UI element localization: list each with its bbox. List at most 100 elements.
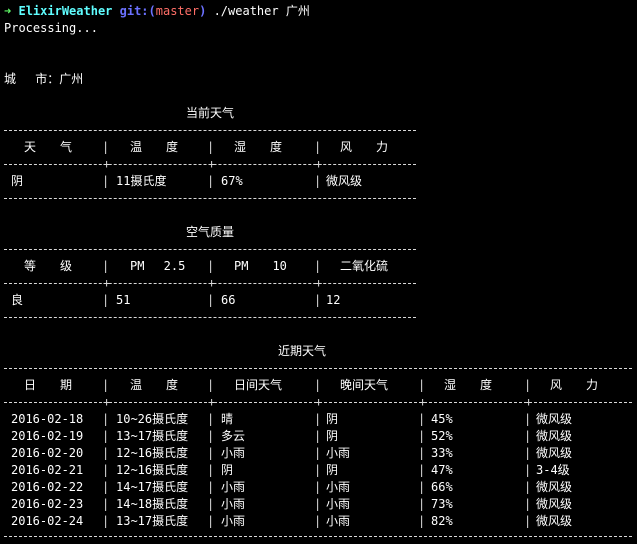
- table-junction: +: [103, 157, 111, 171]
- column-divider: |: [418, 378, 426, 392]
- current-header-weather: 天 气: [24, 140, 73, 154]
- forecast-humidity-cell: 47%: [431, 463, 453, 477]
- forecast-day-cell: 晴: [221, 412, 234, 426]
- forecast-wind-cell: 3-4级: [536, 463, 570, 477]
- forecast-temp-cell: 10~26摄氏度: [116, 412, 189, 426]
- table-junction: +: [103, 276, 111, 290]
- forecast-date-cell: 2016-02-22: [11, 480, 84, 494]
- column-divider: |: [418, 412, 426, 426]
- forecast-date-cell: 2016-02-20: [11, 446, 84, 460]
- column-divider: |: [207, 446, 215, 460]
- forecast-wind-cell: 微风级: [536, 480, 573, 494]
- current-header-humidity: 湿 度: [234, 140, 283, 154]
- column-divider: |: [207, 412, 215, 426]
- forecast-day-cell: 多云: [221, 429, 246, 443]
- column-divider: |: [524, 463, 532, 477]
- air-bottom-border: [4, 317, 416, 319]
- forecast-humidity-cell: 82%: [431, 514, 453, 528]
- forecast-humidity-cell: 73%: [431, 497, 453, 511]
- table-junction: +: [419, 395, 427, 409]
- air-header-pm25: PM 2.5: [130, 259, 186, 273]
- current-bottom-border: [4, 198, 416, 200]
- column-divider: |: [102, 259, 110, 273]
- current-header-temp: 温 度: [130, 140, 179, 154]
- column-divider: |: [102, 514, 110, 528]
- column-divider: |: [102, 497, 110, 511]
- forecast-header-humidity: 湿 度: [444, 378, 493, 392]
- forecast-title: 近期天气: [278, 344, 327, 358]
- column-divider: |: [207, 140, 215, 154]
- table-junction: +: [103, 395, 111, 409]
- forecast-humidity-cell: 52%: [431, 429, 453, 443]
- forecast-date-cell: 2016-02-18: [11, 412, 84, 426]
- column-divider: |: [524, 378, 532, 392]
- column-divider: |: [207, 293, 215, 307]
- table-junction: +: [315, 276, 323, 290]
- forecast-header-temp: 温 度: [130, 378, 179, 392]
- column-divider: |: [418, 514, 426, 528]
- forecast-top-border: [4, 368, 632, 370]
- prompt-line: ➜ ElixirWeather git:(master) ./weather 广…: [4, 3, 310, 20]
- forecast-day-cell: 阴: [221, 463, 234, 477]
- column-divider: |: [314, 140, 322, 154]
- column-divider: |: [207, 259, 215, 273]
- forecast-night-cell: 阴: [326, 463, 339, 477]
- table-junction: +: [208, 276, 216, 290]
- current-weather-title: 当前天气: [186, 106, 235, 120]
- air-header-pm10: PM 10: [234, 259, 287, 273]
- column-divider: |: [207, 463, 215, 477]
- column-divider: |: [102, 463, 110, 477]
- forecast-header-day: 日间天气: [234, 378, 283, 392]
- column-divider: |: [102, 378, 110, 392]
- forecast-humidity-cell: 45%: [431, 412, 453, 426]
- column-divider: |: [418, 480, 426, 494]
- forecast-temp-cell: 14~18摄氏度: [116, 497, 189, 511]
- forecast-temp-cell: 13~17摄氏度: [116, 514, 189, 528]
- column-divider: |: [418, 463, 426, 477]
- forecast-date-cell: 2016-02-23: [11, 497, 84, 511]
- air-top-border: [4, 249, 416, 251]
- column-divider: |: [207, 480, 215, 494]
- column-divider: |: [524, 480, 532, 494]
- air-quality-title: 空气质量: [186, 225, 235, 239]
- command-text: ./weather 广州: [206, 4, 310, 18]
- column-divider: |: [314, 429, 322, 443]
- column-divider: |: [314, 412, 322, 426]
- current-directory: ElixirWeather: [18, 4, 113, 18]
- forecast-night-cell: 小雨: [326, 497, 351, 511]
- forecast-night-cell: 阴: [326, 412, 339, 426]
- table-junction: +: [208, 395, 216, 409]
- column-divider: |: [524, 497, 532, 511]
- current-header-wind: 风 力: [340, 140, 389, 154]
- current-top-border: [4, 130, 416, 132]
- column-divider: |: [207, 378, 215, 392]
- column-divider: |: [524, 514, 532, 528]
- prompt-arrow-icon: ➜: [4, 4, 12, 18]
- column-divider: |: [524, 412, 532, 426]
- column-divider: |: [418, 446, 426, 460]
- forecast-header-wind: 风 力: [550, 378, 599, 392]
- forecast-date-cell: 2016-02-24: [11, 514, 84, 528]
- forecast-wind-cell: 微风级: [536, 412, 573, 426]
- git-prefix: git:(: [119, 4, 156, 18]
- air-header-so2: 二氧化硫: [340, 259, 389, 273]
- column-divider: |: [314, 497, 322, 511]
- current-humidity-value: 67%: [221, 174, 243, 188]
- column-divider: |: [314, 378, 322, 392]
- column-divider: |: [418, 497, 426, 511]
- table-junction: +: [315, 395, 323, 409]
- column-divider: |: [314, 293, 322, 307]
- forecast-date-cell: 2016-02-19: [11, 429, 84, 443]
- forecast-wind-cell: 微风级: [536, 429, 573, 443]
- column-divider: |: [207, 429, 215, 443]
- column-divider: |: [418, 429, 426, 443]
- column-divider: |: [102, 412, 110, 426]
- column-divider: |: [314, 463, 322, 477]
- column-divider: |: [314, 514, 322, 528]
- column-divider: |: [102, 174, 110, 188]
- forecast-humidity-cell: 66%: [431, 480, 453, 494]
- terminal-window[interactable]: ➜ ElixirWeather git:(master) ./weather 广…: [0, 0, 637, 544]
- column-divider: |: [207, 514, 215, 528]
- column-divider: |: [102, 446, 110, 460]
- air-pm10-value: 66: [221, 293, 236, 307]
